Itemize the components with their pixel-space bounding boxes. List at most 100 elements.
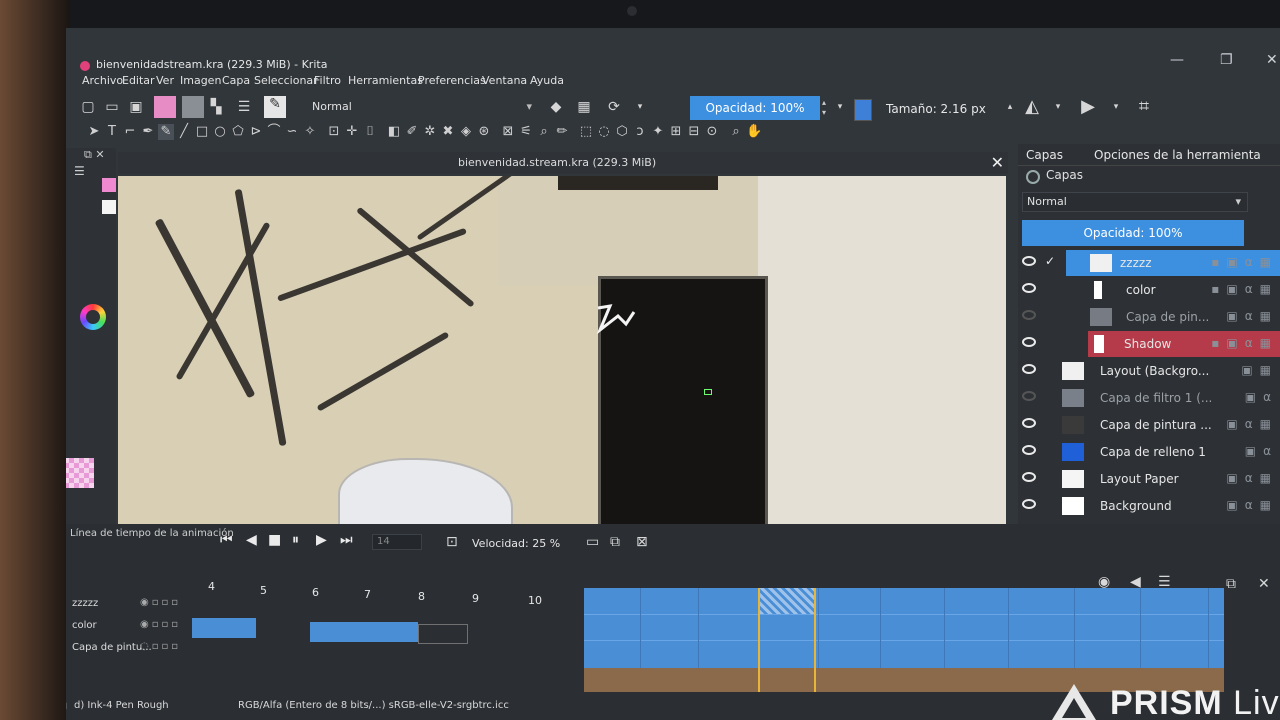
size-spinner[interactable]: ▴ (1002, 99, 1018, 115)
similar-select-tool-icon[interactable]: ⊞ (668, 124, 684, 140)
timeline-frame-grid[interactable] (584, 588, 1224, 696)
alpha-lock-icon[interactable]: ▦ (576, 99, 592, 115)
mirror-horizontal-icon[interactable]: ◭ (1024, 98, 1040, 116)
pattern-swatch[interactable] (154, 96, 176, 118)
colorize-mask-tool-icon[interactable]: ✲ (422, 124, 438, 140)
reload-dropdown-icon[interactable]: ▾ (632, 99, 648, 115)
timeline-layer-toggles[interactable]: ◌▫▫▫ (140, 641, 181, 652)
layer-name[interactable]: Layout Paper (1100, 472, 1179, 486)
onion-skin-options-icon[interactable]: ⧉ (610, 534, 620, 550)
ellipse-tool-icon[interactable]: ○ (212, 124, 228, 140)
bezier-select-tool-icon[interactable]: ⊟ (686, 124, 702, 140)
menu-imagen[interactable]: Imagen (180, 74, 221, 87)
current-frame-input[interactable]: 14 (372, 534, 422, 550)
opacity-slider[interactable]: Opacidad: 100% (690, 96, 820, 120)
next-frame-icon[interactable]: ▶ (316, 532, 327, 548)
playback-speed[interactable]: Velocidad: 25 % (472, 537, 560, 550)
auto-key-icon[interactable]: ⊠ (636, 534, 648, 550)
float-timeline-icon[interactable]: ⧉ (1226, 576, 1236, 592)
close-timeline-icon[interactable]: ✕ (1258, 576, 1270, 592)
brush-size-slider[interactable]: Tamaño: 2.16 px (886, 102, 986, 116)
rect-select-tool-icon[interactable]: ⬚ (578, 124, 594, 140)
palette-icon[interactable]: ▚ (208, 99, 224, 115)
measure-tool-icon[interactable]: ⚟ (518, 124, 534, 140)
visibility-eye-icon[interactable] (1022, 364, 1036, 374)
visibility-eye-icon[interactable] (1022, 445, 1036, 455)
timeline-layer-row[interactable]: Capa de pintu... ◌▫▫▫ (66, 638, 196, 660)
layer-row[interactable]: Capa de filtro 1 (... ▣α (1018, 385, 1280, 411)
menu-archivo[interactable]: Archivo (82, 74, 123, 87)
empty-frame-block[interactable] (418, 624, 468, 644)
timeline-layer-toggles[interactable]: ◉▫▫▫ (140, 619, 181, 630)
layer-properties-icons[interactable]: ▣α▦ (1226, 471, 1278, 485)
layer-name[interactable]: Capa de relleno 1 (1100, 445, 1206, 459)
line-tool-icon[interactable]: ╱ (176, 124, 192, 140)
visibility-eye-icon[interactable] (1022, 310, 1036, 320)
reload-preset-icon[interactable]: ⟳ (606, 99, 622, 115)
layer-properties-icons[interactable]: ▣α (1245, 444, 1278, 458)
visibility-eye-icon[interactable] (1022, 283, 1036, 293)
last-frame-icon[interactable]: ⏭ (340, 532, 353, 548)
drawing-canvas[interactable] (118, 176, 1006, 536)
text-tool-icon[interactable]: T (104, 124, 120, 140)
checkmark-icon[interactable]: ✓ (1045, 254, 1055, 268)
palette-swatch[interactable] (102, 178, 116, 192)
menu-filtro[interactable]: Filtro (314, 74, 341, 87)
crop-icon[interactable]: ⌗ (1136, 98, 1152, 116)
zoom-tool-icon[interactable]: ⌕ (728, 124, 744, 140)
mirror-vertical-icon[interactable]: ▶ (1080, 98, 1096, 116)
layer-properties-icons[interactable]: ▣α▦ (1226, 417, 1278, 431)
menu-capa[interactable]: Capa (222, 74, 250, 87)
palette-grid[interactable] (66, 458, 94, 488)
timeline-layer-toggles[interactable]: ◉▫▫▫ (140, 597, 181, 608)
ellipse-select-tool-icon[interactable]: ◌ (596, 124, 612, 140)
menu-preferencias[interactable]: Preferencias (418, 74, 486, 87)
bezier-tool-icon[interactable]: ⌒ (266, 124, 282, 140)
smart-patch-tool-icon[interactable]: ✖ (440, 124, 456, 140)
layer-properties-icons[interactable]: ▪▣α▦ (1211, 282, 1278, 296)
float-dock-icon[interactable]: ⧉ ✕ (84, 148, 105, 162)
eraser-icon[interactable]: ◆ (548, 99, 564, 115)
layer-row[interactable]: Capa de pin... ▣α▦ (1018, 304, 1280, 330)
rectangle-tool-icon[interactable]: □ (194, 124, 210, 140)
visibility-eye-icon[interactable] (1022, 418, 1036, 428)
layer-name[interactable]: Background (1100, 499, 1172, 513)
mirror-v-dropdown-icon[interactable]: ▾ (1108, 99, 1124, 115)
docker-list-icon[interactable]: ☰ (74, 164, 85, 178)
visibility-eye-icon[interactable] (1022, 256, 1036, 266)
menu-seleccionar[interactable]: Seleccionar (254, 74, 318, 87)
pan-tool-icon[interactable]: ✋ (746, 124, 762, 140)
tab-capas[interactable]: Capas (1026, 148, 1063, 162)
open-folder-icon[interactable]: ▭ (104, 99, 120, 115)
layer-name[interactable]: Layout (Backgro... (1100, 364, 1209, 378)
freehand-select-tool-icon[interactable]: ↄ (632, 124, 648, 140)
layer-name[interactable]: Capa de pintura ... (1100, 418, 1212, 432)
timeline-layer-row[interactable]: color ◉▫▫▫ (66, 616, 196, 638)
enclose-fill-tool-icon[interactable]: ⊛ (476, 124, 492, 140)
edit-shapes-tool-icon[interactable]: ⌐ (122, 124, 138, 140)
layer-row[interactable]: color ▪▣α▦ (1018, 277, 1280, 303)
menu-editar[interactable]: Editar (122, 74, 155, 87)
pencil-tool-icon[interactable]: ✏ (554, 124, 570, 140)
polyline-tool-icon[interactable]: ⊳ (248, 124, 264, 140)
keyframe-block[interactable] (192, 618, 256, 638)
brush-preset-icon[interactable]: ▢ (66, 698, 67, 712)
brush-settings-icon[interactable]: ☰ (236, 99, 252, 115)
dynamic-brush-tool-icon[interactable]: ✧ (302, 124, 318, 140)
pause-icon[interactable]: ⏸ (292, 532, 299, 548)
layer-name[interactable]: Shadow (1124, 337, 1171, 351)
menu-herramientas[interactable]: Herramientas (348, 74, 423, 87)
assistant-tool-icon[interactable]: ⊠ (500, 124, 516, 140)
layer-properties-icons[interactable]: ▣α▦ (1226, 498, 1278, 512)
keyframe-block[interactable] (310, 622, 418, 642)
close-document-icon[interactable]: ✕ (991, 153, 1004, 172)
blend-mode-select[interactable]: Normal (312, 100, 532, 113)
layer-row[interactable]: ✓ zzzzz ▪▣α▦ (1018, 250, 1280, 276)
opacity-spinner[interactable]: ▴ ▾ (822, 98, 832, 118)
calligraphy-tool-icon[interactable]: ✒ (140, 124, 156, 140)
contiguous-select-tool-icon[interactable]: ✦ (650, 124, 666, 140)
freehand-path-tool-icon[interactable]: ∽ (284, 124, 300, 140)
tab-tool-options[interactable]: Opciones de la herramienta (1094, 148, 1261, 162)
layer-blend-mode-select[interactable]: Normal ▾ (1022, 192, 1248, 212)
layer-name[interactable]: Capa de filtro 1 (... (1100, 391, 1212, 405)
